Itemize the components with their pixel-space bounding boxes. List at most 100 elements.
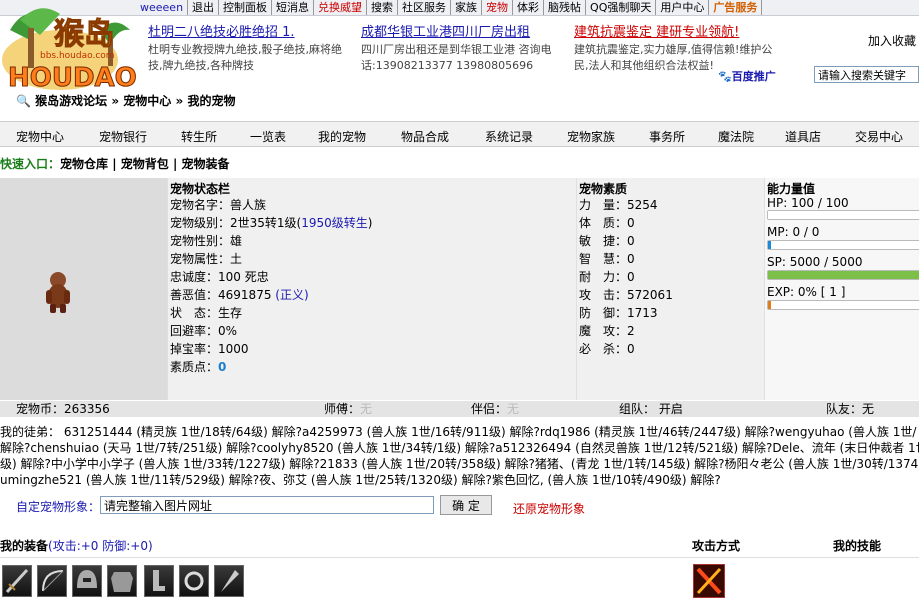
topbar-pet[interactable]: 宠物 <box>482 0 514 15</box>
pet-status-panel: 宠物状态栏 宠物名字：兽人族 宠物级别：2世35转1级(1950级转生) 宠物性… <box>167 178 576 400</box>
pet-points-row: 素质点：0 <box>170 360 227 374</box>
ad-gambling[interactable]: 杜明二八绝技必胜绝招 1. 杜明专业教授牌九绝技,骰子绝技,麻将绝技,牌九绝技,… <box>148 24 353 74</box>
disciples-line[interactable]: 解除?chenshuiao (天马 1世/7转/251级) 解除?coolyhy… <box>0 440 919 456</box>
topbar-messages[interactable]: 短消息 <box>272 0 315 15</box>
quick-link-backpack[interactable]: 宠物背包 <box>121 157 169 171</box>
ad-seismic-appraisal[interactable]: 建筑抗震鉴定 建研专业领航! 建筑抗震鉴定,实力雄厚,值得信赖!维护公民,法人和… <box>574 24 774 74</box>
ad-title[interactable]: 杜明二八绝技必胜绝招 1. <box>148 24 353 42</box>
sp-label: SP: 5000 / 5000 <box>767 255 863 269</box>
hp-label: HP: 100 / 100 <box>767 196 849 210</box>
quality-critical: 必 杀：0 <box>579 342 635 356</box>
magnifier-icon: 🔍 <box>16 94 31 108</box>
pet-nav-tabs: 宠物中心 宠物银行 转生所 一览表 我的宠物 物品合成 系统记录 宠物家族 事务… <box>0 121 919 147</box>
boots-icon[interactable] <box>144 565 174 597</box>
pet-stat-line: 宠物币：263356 师傅：无 伴侣：无 组队： 开启 队友：无 <box>0 401 919 417</box>
tab-magic-academy[interactable]: 魔法院 <box>718 128 754 145</box>
topbar-lottery[interactable]: 体彩 <box>513 0 545 15</box>
skills-title: 我的技能 <box>833 539 882 553</box>
pet-ability-panel: 能力量值 HP: 100 / 100 MP: 0 / 0 SP: 5000 / … <box>764 178 919 400</box>
quality-wisdom: 智 慧：0 <box>579 252 635 266</box>
pet-image-panel <box>0 178 167 400</box>
armor-icon[interactable] <box>107 565 137 597</box>
breadcrumb-my-pet: 我的宠物 <box>187 94 236 108</box>
tab-item-synthesis[interactable]: 物品合成 <box>401 128 449 145</box>
partner: 伴侣：无 <box>471 402 520 416</box>
master: 师傅：无 <box>324 402 373 416</box>
pet-gender-row: 宠物性别：雄 <box>170 234 243 248</box>
disciples-line[interactable]: 级) 解除?中小学中小学子 (兽人族 1世/33转/1227级) 解除?2183… <box>0 456 919 472</box>
pet-dodge-row: 回避率：0% <box>170 324 238 338</box>
exp-label: EXP: 0% [ 1 ] <box>767 285 846 299</box>
topbar-logout[interactable]: 退出 <box>188 0 220 15</box>
breadcrumb-forum[interactable]: 猴岛游戏论坛 <box>35 94 107 108</box>
ad-description: 四川厂房出租还是到华银工业港 咨询电话:13908213377 13980805… <box>361 43 552 72</box>
sp-bar <box>767 270 919 280</box>
quality-endurance: 耐 力：0 <box>579 270 635 284</box>
tab-pet-family[interactable]: 宠物家族 <box>567 128 615 145</box>
topbar-family[interactable]: 家族 <box>451 0 483 15</box>
paw-icon: 🐾 <box>718 70 732 83</box>
image-url-input[interactable] <box>100 496 434 514</box>
pet-sprite-image <box>40 268 76 317</box>
quality-heading: 宠物素质 <box>579 182 628 196</box>
exp-bar <box>767 300 919 310</box>
pet-good-evil-row: 善恶值：4691875 (正义) <box>170 288 309 302</box>
tab-rebirth[interactable]: 转生所 <box>181 128 217 145</box>
pet-level-row: 宠物级别：2世35转1级(1950级转生) <box>170 216 373 230</box>
quality-defense: 防 御：1713 <box>579 306 658 320</box>
topbar-brainless-posts[interactable]: 脑残帖 <box>544 0 587 15</box>
team-status[interactable]: 组队： 开启 <box>619 401 683 417</box>
confirm-button[interactable]: 确 定 <box>440 495 492 515</box>
restore-avatar-link[interactable]: 还原宠物形象 <box>513 500 585 517</box>
pet-coin: 宠物币：263356 <box>16 402 110 416</box>
pet-quality-panel: 宠物素质 力 量：5254 体 质：0 敏 捷：0 智 慧：0 耐 力：0 攻 … <box>576 178 764 400</box>
search-input[interactable] <box>814 66 919 83</box>
svg-text:猴岛: 猴岛 <box>54 17 114 52</box>
pet-attribute-row: 宠物属性：土 <box>170 252 243 266</box>
topbar-user-center[interactable]: 用户中心 <box>656 0 710 15</box>
ad-description: 杜明专业教授牌九绝技,骰子绝技,麻将绝技,牌九绝技,各种牌技 <box>148 43 342 72</box>
attack-mode-title: 攻击方式 <box>692 539 741 553</box>
sword-icon[interactable] <box>2 565 32 597</box>
attack-mode-icon[interactable] <box>693 564 725 598</box>
pet-state-row: 状 态：生存 <box>170 306 243 320</box>
ad-factory-rental[interactable]: 成都华银工业港四川厂房出租 四川厂房出租还是到华银工业港 咨询电话:139082… <box>361 24 566 74</box>
tab-item-shop[interactable]: 道具店 <box>785 128 821 145</box>
topbar-exchange-prestige[interactable]: 兑换威望 <box>314 0 368 15</box>
tab-my-pet[interactable]: 我的宠物 <box>318 128 366 145</box>
topbar-search[interactable]: 搜索 <box>367 0 399 15</box>
bow-icon[interactable] <box>37 565 67 597</box>
ad-title[interactable]: 成都华银工业港四川厂房出租 <box>361 24 566 42</box>
quick-entry: 快速入口：宠物仓库 | 宠物背包 | 宠物装备 <box>0 157 230 171</box>
quality-attack: 攻 击：572061 <box>579 288 673 302</box>
tab-trade-center[interactable]: 交易中心 <box>855 128 903 145</box>
ad-title[interactable]: 建筑抗震鉴定 建研专业领航! <box>574 24 774 42</box>
add-favorite-link[interactable]: 加入收藏 <box>868 32 916 49</box>
topbar-community[interactable]: 社区服务 <box>398 0 452 15</box>
rebirth-link[interactable]: 1950级转生 <box>301 216 368 230</box>
equipment-title: 我的装备(攻击:+0 防御:+0) <box>0 539 153 553</box>
tab-pet-bank[interactable]: 宠物银行 <box>99 128 147 145</box>
quality-strength: 力 量：5254 <box>579 198 658 212</box>
tab-overview[interactable]: 一览表 <box>250 128 286 145</box>
tab-pet-center[interactable]: 宠物中心 <box>16 128 64 145</box>
quality-constitution: 体 质：0 <box>579 216 635 230</box>
blade-icon[interactable] <box>214 565 244 597</box>
topbar-ad-service[interactable]: 广告服务 <box>709 0 763 15</box>
baidu-promotion[interactable]: 🐾百度推广 <box>718 68 776 84</box>
quick-link-equipment[interactable]: 宠物装备 <box>182 157 230 171</box>
topbar-qq-chat[interactable]: QQ强制聊天 <box>586 0 657 15</box>
pet-loyalty-row: 忠诚度：100 死忠 <box>170 270 269 284</box>
breadcrumb: 🔍 猴岛游戏论坛 » 宠物中心 » 我的宠物 <box>16 94 236 108</box>
ring-icon[interactable] <box>179 565 209 597</box>
quick-link-warehouse[interactable]: 宠物仓库 <box>60 157 108 171</box>
breadcrumb-pet-center[interactable]: 宠物中心 <box>123 94 171 108</box>
tab-system-log[interactable]: 系统记录 <box>485 128 533 145</box>
helmet-icon[interactable] <box>72 565 102 597</box>
disciples-line[interactable]: umingzhe521 (兽人族 1世/11转/529级) 解除?夜、弥艾 (兽… <box>0 472 919 488</box>
mp-label: MP: 0 / 0 <box>767 225 820 239</box>
tab-office[interactable]: 事务所 <box>649 128 685 145</box>
topbar-control-panel[interactable]: 控制面板 <box>219 0 273 15</box>
site-logo[interactable]: 猴岛 bbs.houdao.com HOUDAO <box>0 0 140 94</box>
disciples-line[interactable]: 我的徒弟： 631251444 (精灵族 1世/18转/64级) 解除?a425… <box>0 424 919 440</box>
